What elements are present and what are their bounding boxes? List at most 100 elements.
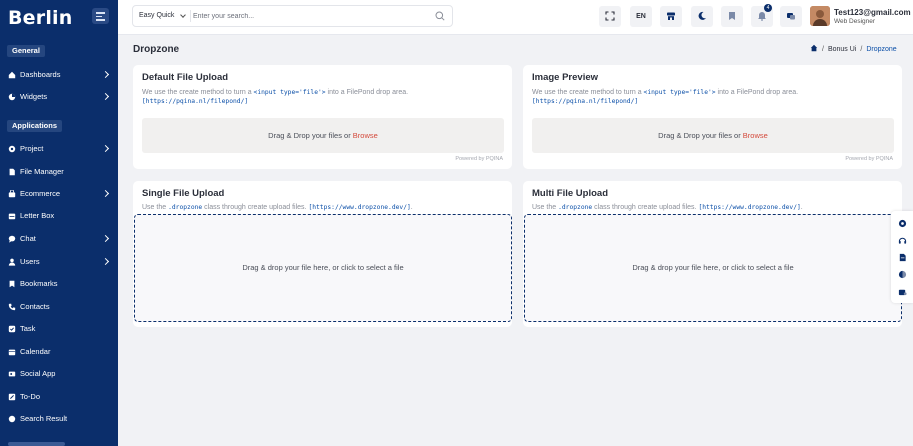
filepond-drop-area[interactable]: Drag & Drop your files or Browse <box>532 118 894 153</box>
sidebar-item-users[interactable]: Users <box>0 254 118 270</box>
sidebar-item-bookmarks[interactable]: Bookmarks <box>0 276 118 292</box>
settings-icon[interactable] <box>898 219 907 228</box>
shop-button[interactable] <box>660 6 682 27</box>
sidebar-item-search-result[interactable]: Search Result <box>0 411 118 427</box>
sidebar-item-dashboards[interactable]: Dashboards <box>0 67 118 83</box>
default-upload-card: Default File Upload We use the create me… <box>133 65 512 169</box>
sidebar-item-file-manager[interactable]: File Manager <box>0 164 118 180</box>
sidebar-item-widgets[interactable]: Widgets <box>0 89 118 105</box>
headset-icon[interactable] <box>898 236 907 245</box>
card-description: Use the .dropzone class through create u… <box>532 204 803 211</box>
search-box: Easy Quick <box>132 5 453 27</box>
dropzone-link[interactable]: [https://www.dropzone.dev/] <box>698 204 800 211</box>
chevron-right-icon <box>101 70 110 79</box>
sidebar-item-contacts[interactable]: Contacts <box>0 299 118 315</box>
sidebar-item-label: Bookmarks <box>20 279 58 288</box>
phone-icon <box>8 303 16 311</box>
sidebar-toggle-button[interactable] <box>92 8 109 24</box>
user-icon <box>8 258 16 266</box>
notification-button[interactable]: 4 <box>751 4 773 27</box>
sidebar-item-label: Chat <box>20 234 36 243</box>
home-icon <box>8 71 16 79</box>
chevron-right-icon <box>101 144 110 153</box>
single-upload-card: Single File Upload Use the .dropzone cla… <box>133 181 512 327</box>
sidebar-item-social-app[interactable]: Social App <box>0 366 118 382</box>
sidebar: Berlin General Dashboards Widgets Applic… <box>0 0 118 446</box>
sidebar-item-label: Task <box>20 324 36 333</box>
dropzone-link[interactable]: [https://www.dropzone.dev/] <box>308 204 410 211</box>
floating-toolbar <box>891 211 913 303</box>
chevron-right-icon <box>101 92 110 101</box>
code-snippet: .dropzone <box>558 204 593 211</box>
powered-by-label[interactable]: Powered by PQINA <box>455 156 503 162</box>
sidebar-item-task[interactable]: Task <box>0 321 118 337</box>
sidebar-item-ecommerce[interactable]: Ecommerce <box>0 186 118 202</box>
sidebar-item-calendar[interactable]: Calendar <box>0 344 118 360</box>
avatar[interactable] <box>810 6 830 26</box>
document-icon[interactable] <box>898 253 907 262</box>
bookmark-header-button[interactable] <box>721 6 743 27</box>
sidebar-item-label: Project <box>20 144 44 153</box>
widgets-icon <box>8 93 16 101</box>
language-button[interactable]: EN <box>630 6 652 27</box>
cart-icon[interactable] <box>898 287 907 296</box>
chevron-right-icon <box>101 234 110 243</box>
sidebar-item-label: Dashboards <box>20 70 61 79</box>
chevron-right-icon <box>101 257 110 266</box>
user-email[interactable]: Test123@gmail.com <box>834 8 911 17</box>
search-divider <box>190 10 191 22</box>
brand-logo[interactable]: Berlin <box>8 7 73 29</box>
browse-link[interactable]: Browse <box>353 131 378 140</box>
sidebar-item-chat[interactable]: Chat <box>0 231 118 247</box>
sidebar-item-label: Ecommerce <box>20 189 61 198</box>
filepond-link[interactable]: [https://pqina.nl/filepond/] <box>142 98 248 105</box>
search-result-icon <box>8 415 16 423</box>
sidebar-item-label: Calendar <box>20 347 51 356</box>
store-icon <box>667 12 675 20</box>
social-icon <box>8 371 16 377</box>
section-label-general: General <box>7 45 45 57</box>
code-snippet: .dropzone <box>168 204 203 211</box>
home-icon[interactable] <box>810 44 818 52</box>
sidebar-scrollbar[interactable] <box>8 442 65 446</box>
sidebar-item-label: Social App <box>20 369 56 378</box>
fullscreen-icon <box>605 11 615 21</box>
dark-mode-button[interactable] <box>691 6 713 27</box>
powered-by-label[interactable]: Powered by PQINA <box>845 156 893 162</box>
breadcrumb-current: Dropzone <box>866 46 897 53</box>
sidebar-item-letter-box[interactable]: Letter Box <box>0 208 118 224</box>
sidebar-item-label: Users <box>20 257 40 266</box>
sidebar-item-project[interactable]: Project <box>0 141 118 157</box>
project-icon <box>8 145 16 153</box>
sidebar-item-label: Letter Box <box>20 211 55 220</box>
notification-badge: 4 <box>764 4 772 12</box>
task-icon <box>8 325 16 333</box>
breadcrumb-bonus-ui[interactable]: Bonus Ui <box>828 46 856 53</box>
avatar-image <box>810 6 830 26</box>
filepond-link[interactable]: [https://pqina.nl/filepond/] <box>532 98 638 105</box>
user-role: Web Designer <box>834 18 876 25</box>
search-input[interactable] <box>193 8 423 24</box>
single-dropzone[interactable]: Drag & drop your file here, or click to … <box>134 214 512 322</box>
filepond-drop-area[interactable]: Drag & Drop your files or Browse <box>142 118 504 153</box>
browse-link[interactable]: Browse <box>743 131 768 140</box>
card-title: Single File Upload <box>142 188 225 199</box>
todo-icon <box>8 393 16 401</box>
palette-icon[interactable] <box>898 270 907 279</box>
messages-button[interactable] <box>780 6 802 27</box>
sidebar-item-label: File Manager <box>20 167 64 176</box>
top-header: Easy Quick EN 4 Test123@gmail.com Web De… <box>118 0 913 35</box>
search-icon[interactable] <box>435 11 445 21</box>
sidebar-item-to-do[interactable]: To-Do <box>0 389 118 405</box>
code-snippet: <input type='file'> <box>253 89 326 96</box>
card-title: Multi File Upload <box>532 188 608 199</box>
sidebar-item-label: To-Do <box>20 392 41 401</box>
cart-icon <box>8 190 16 198</box>
chevron-down-icon[interactable] <box>180 12 186 18</box>
multi-dropzone[interactable]: Drag & drop your file here, or click to … <box>524 214 902 322</box>
file-icon <box>9 168 15 176</box>
sidebar-item-label: Contacts <box>20 302 50 311</box>
fullscreen-button[interactable] <box>599 6 621 27</box>
search-scope-dropdown[interactable]: Easy Quick <box>139 6 174 26</box>
breadcrumb-separator: / <box>822 46 824 53</box>
